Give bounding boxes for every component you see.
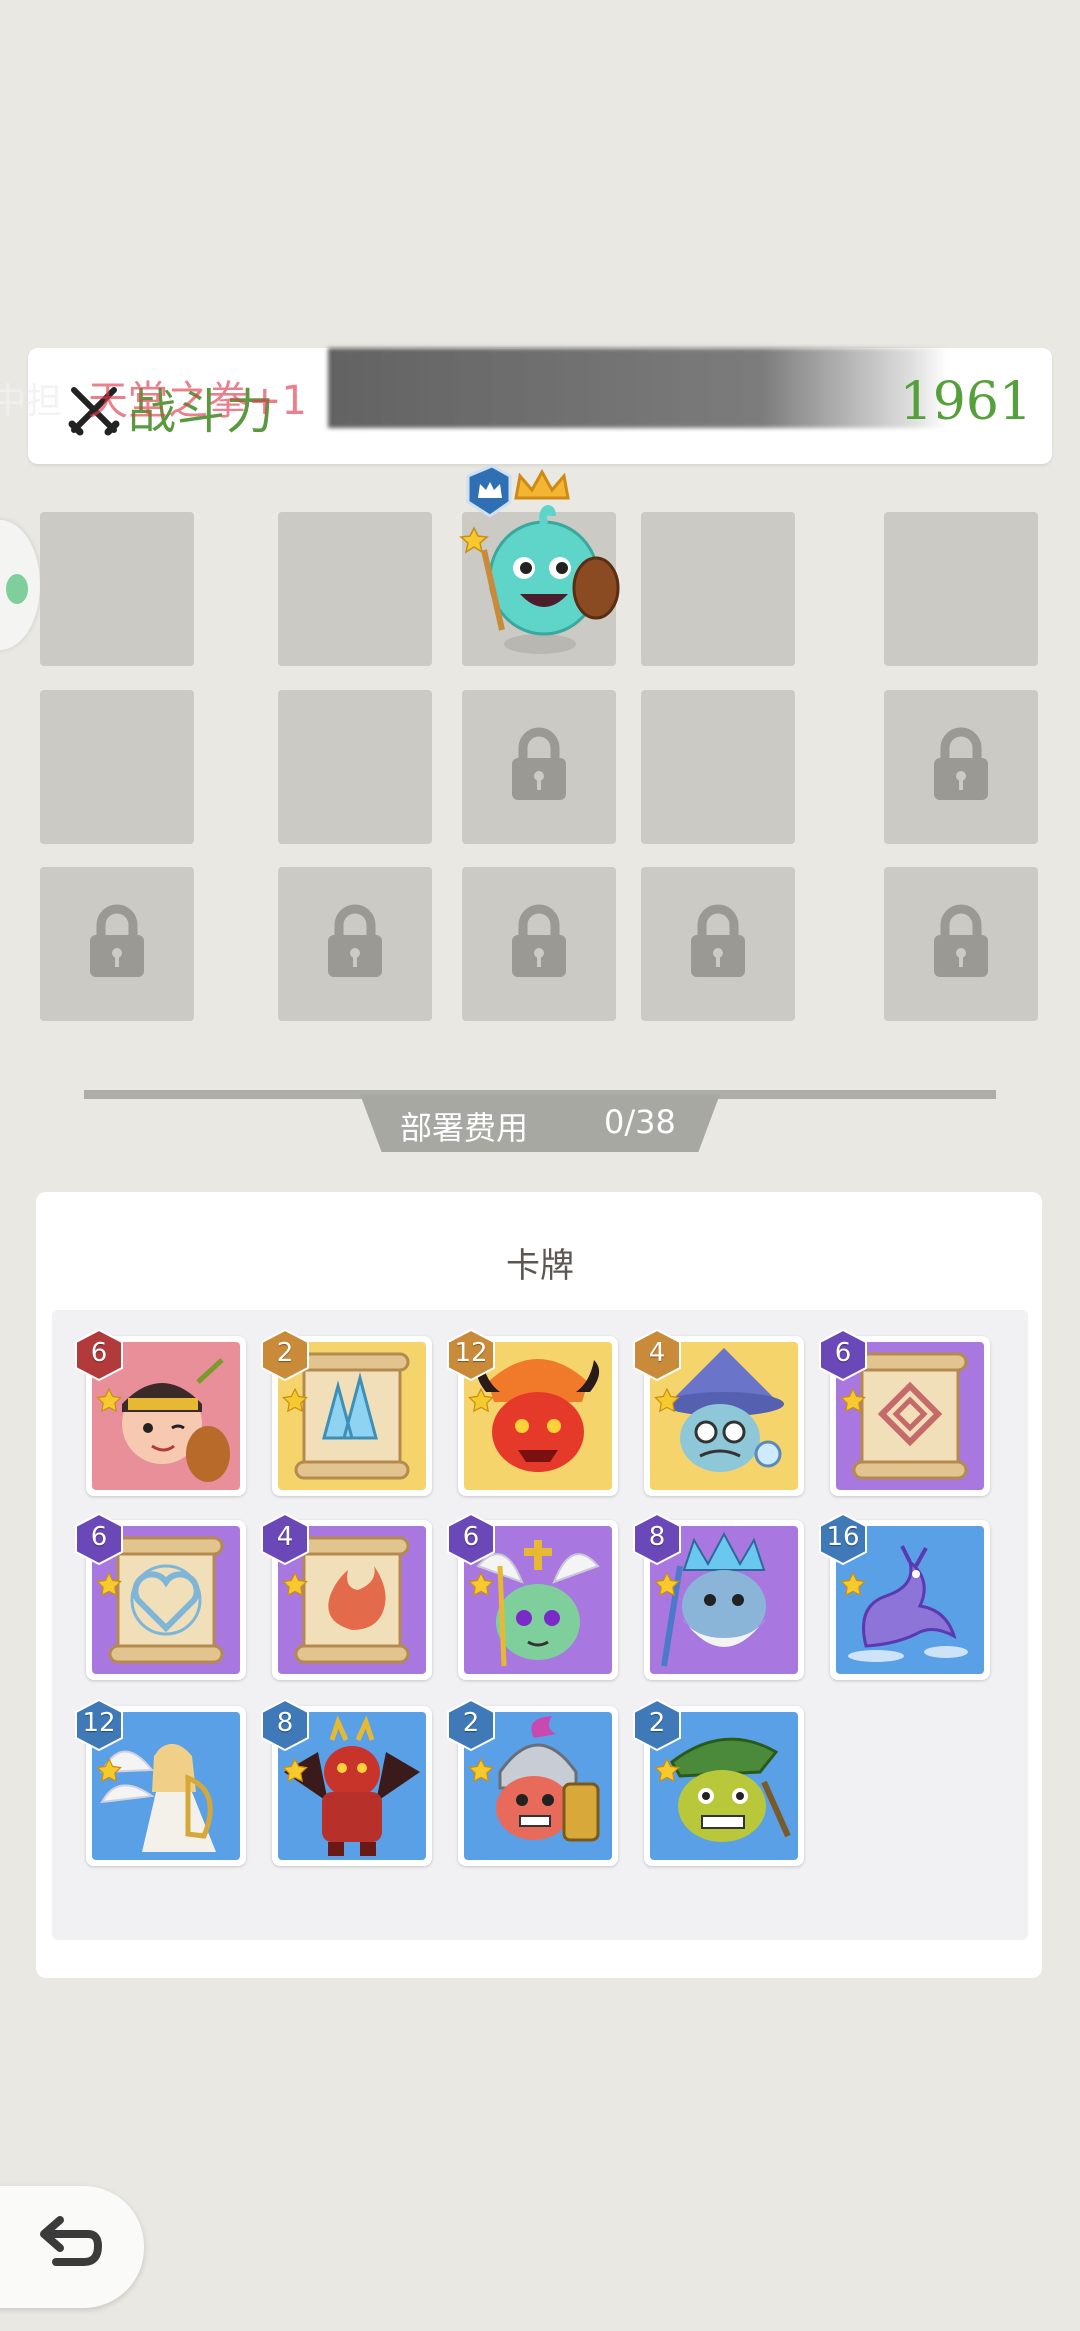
star-icon xyxy=(654,1758,680,1783)
cost-badge: 12 xyxy=(444,1328,498,1382)
cost-badge: 4 xyxy=(630,1328,684,1382)
card-lava-demon[interactable]: 8 xyxy=(261,1698,432,1866)
card-harp-angel[interactable]: 12 xyxy=(75,1698,246,1866)
card-winged-priest[interactable]: 6 xyxy=(447,1512,618,1680)
card-cost: 8 xyxy=(276,1708,294,1738)
card-cost: 2 xyxy=(276,1338,294,1368)
cost-badge: 4 xyxy=(258,1512,312,1566)
card-purple-dragon[interactable]: 16 xyxy=(819,1512,990,1680)
star-icon xyxy=(468,1758,494,1783)
back-button[interactable] xyxy=(0,2186,144,2308)
card-cost: 2 xyxy=(462,1708,480,1738)
star-icon xyxy=(282,1388,308,1413)
lock-icon xyxy=(934,904,988,977)
star-icon xyxy=(468,1572,494,1597)
grid-slot-locked xyxy=(884,690,1038,844)
grid-slot-locked xyxy=(462,690,616,844)
cost-badge: 2 xyxy=(630,1698,684,1752)
star-icon xyxy=(468,1388,494,1413)
card-goblin-ranger[interactable]: 2 xyxy=(633,1698,804,1866)
grid-slot[interactable] xyxy=(40,512,194,666)
lock-icon xyxy=(512,904,566,977)
power-progress-shade xyxy=(328,348,948,428)
star-icon xyxy=(840,1572,866,1597)
hero-unit[interactable] xyxy=(440,460,630,660)
cost-badge: 6 xyxy=(816,1328,870,1382)
card-crystal-scroll[interactable]: 2 xyxy=(261,1328,432,1496)
grid-slot[interactable] xyxy=(641,690,795,844)
gold-crown-icon xyxy=(514,468,570,500)
cost-badge: 2 xyxy=(258,1328,312,1382)
lock-icon xyxy=(934,727,988,800)
star-icon xyxy=(654,1388,680,1413)
star-icon xyxy=(654,1572,680,1597)
cost-badge: 8 xyxy=(630,1512,684,1566)
lock-icon xyxy=(512,727,566,800)
star-icon xyxy=(96,1572,122,1597)
cost-badge: 6 xyxy=(444,1512,498,1566)
card-helmet-warrior[interactable]: 2 xyxy=(447,1698,618,1866)
grid-slot-locked xyxy=(40,867,194,1021)
undo-arrow-icon xyxy=(40,2216,103,2266)
grid-slot[interactable] xyxy=(278,690,432,844)
card-cost: 6 xyxy=(834,1338,852,1368)
grid-slot[interactable] xyxy=(278,512,432,666)
grid-slot[interactable] xyxy=(884,512,1038,666)
cost-badge: 16 xyxy=(816,1512,870,1566)
card-bard-hero[interactable]: 6 xyxy=(75,1328,246,1496)
star-icon xyxy=(282,1572,308,1597)
card-fire-scroll[interactable]: 4 xyxy=(261,1512,432,1680)
side-drawer-handle[interactable] xyxy=(0,520,40,650)
card-frost-king[interactable]: 8 xyxy=(633,1512,804,1680)
star-icon xyxy=(96,1388,122,1413)
cards-title: 卡牌 xyxy=(506,1246,574,1286)
cost-badge: 12 xyxy=(72,1698,126,1752)
card-wizard-hero[interactable]: 4 xyxy=(633,1328,804,1496)
card-rune-scroll[interactable]: 6 xyxy=(819,1328,990,1496)
grid-slot-locked xyxy=(884,867,1038,1021)
star-icon xyxy=(96,1758,122,1783)
card-cost: 8 xyxy=(648,1522,666,1552)
grid-slot[interactable] xyxy=(40,690,194,844)
deployment-cost-label: 部署费用 xyxy=(400,1109,529,1147)
star-icon xyxy=(459,526,489,554)
card-cost: 6 xyxy=(90,1338,108,1368)
card-heart-scroll[interactable]: 6 xyxy=(75,1512,246,1680)
cost-badge: 2 xyxy=(444,1698,498,1752)
card-cost: 6 xyxy=(462,1522,480,1552)
card-fire-demon[interactable]: 12 xyxy=(447,1328,618,1496)
card-cost: 4 xyxy=(276,1522,294,1552)
lock-icon xyxy=(691,904,745,977)
star-icon xyxy=(282,1758,308,1783)
card-cost: 16 xyxy=(826,1522,860,1552)
card-cost: 12 xyxy=(454,1338,488,1368)
grid-slot-locked xyxy=(278,867,432,1021)
power-left-text-fragment: 中担 xyxy=(0,381,63,422)
skill-overlay-text: 天堂之拳+1 xyxy=(88,378,307,424)
card-cost: 12 xyxy=(82,1708,116,1738)
card-cost: 2 xyxy=(648,1708,666,1738)
combat-power-value: 1961 xyxy=(899,372,1032,432)
card-cost: 4 xyxy=(648,1338,666,1368)
grid-slot[interactable] xyxy=(641,512,795,666)
grid-slot-locked xyxy=(462,867,616,1021)
cost-badge: 6 xyxy=(72,1328,126,1382)
deployment-cost-value: 0/38 xyxy=(604,1103,676,1141)
cost-badge: 6 xyxy=(72,1512,126,1566)
star-icon xyxy=(840,1388,866,1413)
card-cost: 6 xyxy=(90,1522,108,1552)
lock-icon xyxy=(90,904,144,977)
grid-slot-locked xyxy=(641,867,795,1021)
lock-icon xyxy=(328,904,382,977)
cost-badge: 8 xyxy=(258,1698,312,1752)
